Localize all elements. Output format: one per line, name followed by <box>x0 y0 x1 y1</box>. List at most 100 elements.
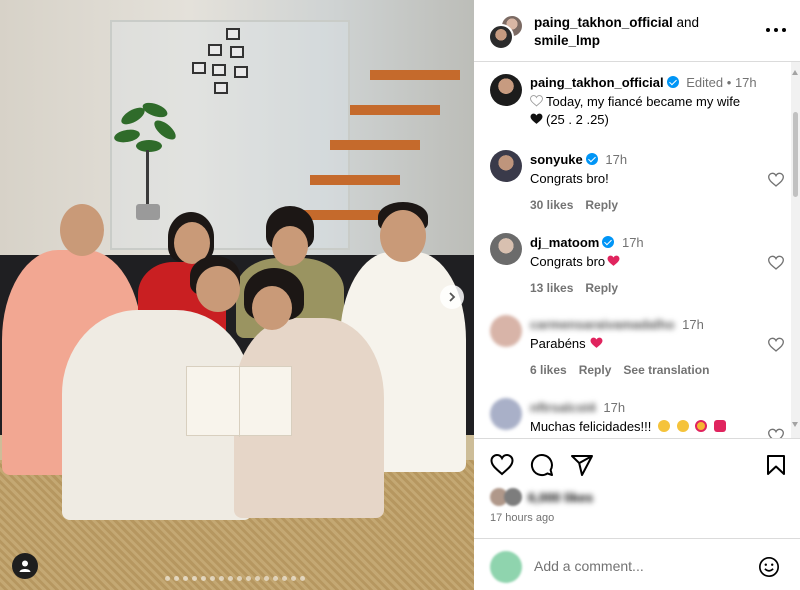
carousel-dot <box>291 576 296 581</box>
carousel-dot <box>282 576 287 581</box>
comment-likes[interactable]: 6 likes <box>530 363 567 377</box>
carousel-dot <box>264 576 269 581</box>
carousel-dot <box>255 576 260 581</box>
comment-item: nftrsalcst4 17h Muchas felicidades!!! <box>474 398 792 438</box>
carousel-dot <box>228 576 233 581</box>
caption-time[interactable]: 17h <box>735 75 757 90</box>
avatar <box>490 551 522 583</box>
avatar[interactable] <box>490 233 522 265</box>
user-tag-button[interactable] <box>12 553 38 579</box>
comment-time[interactable]: 17h <box>682 317 704 332</box>
heart-icon[interactable] <box>768 255 784 271</box>
scrollbar-thumb[interactable] <box>793 112 798 197</box>
avatar <box>504 488 522 506</box>
heart-icon[interactable] <box>768 172 784 188</box>
more-options-button[interactable] <box>766 22 786 38</box>
share-icon[interactable] <box>570 453 594 477</box>
emoji-icon[interactable] <box>758 556 780 578</box>
comment-username[interactable]: dj_matoom <box>530 235 599 250</box>
comment-username[interactable]: carmensaraivamadalho <box>530 317 675 332</box>
comments-list: paing_takhon_official Edited • 17h Today… <box>474 62 792 438</box>
heart-icon[interactable] <box>768 337 784 353</box>
caption-edited: Edited <box>686 75 724 90</box>
comment-item: carmensaraivamadalho 17h Parabéns 6 like… <box>474 315 792 395</box>
scroll-up-arrow-icon[interactable] <box>792 70 798 75</box>
scroll-down-arrow-icon[interactable] <box>792 422 798 427</box>
comment-username[interactable]: sonyuke <box>530 152 583 167</box>
photo-marriage-certificate <box>186 366 292 437</box>
post-photo[interactable] <box>0 0 474 590</box>
white-heart-icon <box>530 95 543 107</box>
avatar[interactable] <box>490 315 522 347</box>
comment-reply-button[interactable]: Reply <box>579 363 612 377</box>
caption-line-2: (25 . 2 .25) <box>546 112 609 127</box>
carousel-dot <box>210 576 215 581</box>
header-username-2[interactable]: smile_lmp <box>534 33 600 48</box>
avatar[interactable] <box>490 398 522 430</box>
heart-gift-icon <box>713 420 726 432</box>
bookmark-icon[interactable] <box>764 453 788 477</box>
caption-line-1: Today, my fiancé became my wife <box>546 94 741 109</box>
header-avatars[interactable] <box>488 14 524 50</box>
header-username-1[interactable]: paing_takhon_official <box>534 15 673 30</box>
post-time-ago[interactable]: 17 hours ago <box>490 512 554 524</box>
post-sidebar: paing_takhon_official and smile_lmp pain… <box>474 0 800 590</box>
heart-icon[interactable] <box>768 428 784 438</box>
comments-scrollbar[interactable] <box>791 62 800 438</box>
carousel-dot <box>192 576 197 581</box>
comment-reply-button[interactable]: Reply <box>585 198 618 212</box>
likes-summary[interactable]: 6,000 likes <box>490 487 593 507</box>
avatar[interactable] <box>490 150 522 182</box>
comment-item: dj_matoom 17h Congrats bro 13 likes Repl… <box>474 233 792 313</box>
heart-icon[interactable] <box>490 453 514 477</box>
likes-count[interactable]: 6,000 likes <box>528 490 593 505</box>
comment-text: Parabéns <box>530 336 586 351</box>
avatar[interactable] <box>490 74 522 106</box>
comment-reply-button[interactable]: Reply <box>585 281 618 295</box>
caption-separator: • <box>726 75 732 90</box>
next-photo-button[interactable] <box>440 285 464 309</box>
carousel-dot <box>201 576 206 581</box>
carousel-dots <box>165 576 305 581</box>
avatar <box>488 24 514 50</box>
comment-time[interactable]: 17h <box>605 152 627 167</box>
header-connector: and <box>672 15 700 30</box>
see-translation-link[interactable]: See translation <box>623 363 709 377</box>
comment-likes[interactable]: 13 likes <box>530 281 573 295</box>
clapping-hands-icon <box>676 420 689 432</box>
carousel-dot <box>165 576 170 581</box>
header-usernames: paing_takhon_official and smile_lmp <box>534 14 699 50</box>
photo-wall-frames <box>190 28 250 98</box>
carousel-dot <box>273 576 278 581</box>
chevron-right-icon <box>449 292 456 302</box>
comment-username[interactable]: nftrsalcst4 <box>530 400 596 415</box>
heart-eyes-icon <box>695 420 708 432</box>
verified-badge-icon <box>602 236 615 248</box>
comment-item: sonyuke 17h Congrats bro! 30 likes Reply <box>474 150 792 230</box>
verified-badge-icon <box>585 153 598 165</box>
comment-text: Congrats bro! <box>530 171 609 186</box>
carousel-dot <box>219 576 224 581</box>
post-actions: 6,000 likes 17 hours ago <box>474 438 800 538</box>
comment-time[interactable]: 17h <box>603 400 625 415</box>
comment-text: Congrats bro <box>530 254 606 269</box>
comment-icon[interactable] <box>530 453 554 477</box>
caption-username[interactable]: paing_takhon_official <box>530 75 664 90</box>
add-comment-bar <box>474 538 800 590</box>
carousel-dot <box>237 576 242 581</box>
add-comment-input[interactable] <box>534 557 734 575</box>
comment-time[interactable]: 17h <box>622 235 644 250</box>
caption: paing_takhon_official Edited • 17h Today… <box>474 74 792 144</box>
comment-text: Muchas felicidades!!! <box>530 419 652 434</box>
photo-plant <box>112 99 182 220</box>
more-icon <box>766 28 770 32</box>
carousel-dot <box>300 576 305 581</box>
red-heart-icon <box>607 255 620 266</box>
verified-badge-icon <box>666 76 679 88</box>
post-header: paing_takhon_official and smile_lmp <box>474 0 800 62</box>
carousel-dot <box>174 576 179 581</box>
carousel-dot <box>246 576 251 581</box>
black-heart-icon <box>530 113 543 124</box>
user-tag-icon <box>19 560 31 572</box>
comment-likes[interactable]: 30 likes <box>530 198 573 212</box>
